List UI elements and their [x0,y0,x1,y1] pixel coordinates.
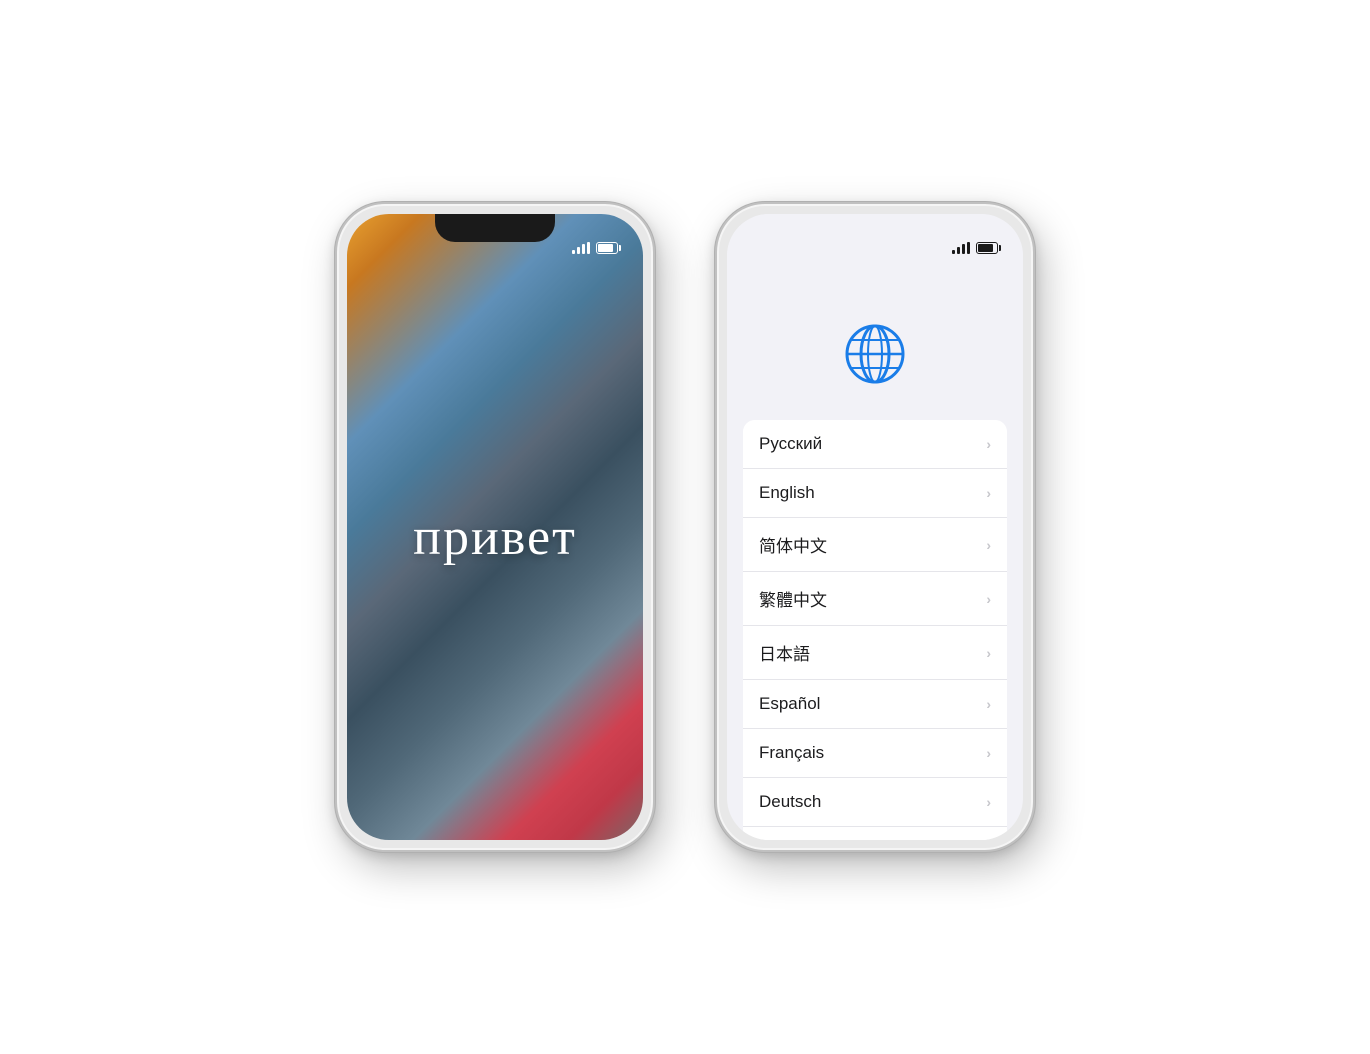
language-item-traditional-chinese[interactable]: 繁體中文 › [743,572,1007,626]
chevron-japanese: › [986,645,991,661]
language-screen: Русский›English›简体中文›繁體中文›日本語›Español›Fr… [727,214,1023,840]
right-phone-screen: Русский›English›简体中文›繁體中文›日本語›Español›Fr… [727,214,1023,840]
right-signal-bar-3 [962,244,965,254]
language-item-russian[interactable]: Русский › [743,420,1007,469]
right-signal-icon [952,242,970,254]
language-list: Русский›English›简体中文›繁體中文›日本語›Español›Fr… [727,420,1023,840]
chevron-traditional-chinese: › [986,591,991,607]
chevron-russian: › [986,436,991,452]
language-name-german: Deutsch [759,792,821,812]
language-item-simplified-chinese[interactable]: 简体中文 › [743,518,1007,572]
left-phone: привет [335,202,655,852]
language-name-russian: Русский [759,434,822,454]
right-battery-tip [999,245,1001,251]
right-notch [815,214,935,240]
language-card: Русский›English›简体中文›繁體中文›日本語›Español›Fr… [743,420,1007,840]
battery-body [596,242,618,254]
chevron-spanish: › [986,696,991,712]
battery-tip [619,245,621,251]
battery-icon [596,242,621,254]
right-signal-bar-1 [952,250,955,254]
language-name-spanish: Español [759,694,820,714]
chevron-french: › [986,745,991,761]
splash-screen: привет [347,214,643,840]
language-item-french[interactable]: Français › [743,729,1007,778]
signal-bar-4 [587,242,590,254]
language-item-hindi[interactable]: हिन्दी› [743,827,1007,840]
language-name-simplified-chinese: 简体中文 [759,532,827,557]
language-item-japanese[interactable]: 日本語 › [743,626,1007,680]
language-name-french: Français [759,743,824,763]
left-phone-screen: привет [347,214,643,840]
chevron-simplified-chinese: › [986,537,991,553]
right-signal-bar-4 [967,242,970,254]
globe-icon [839,318,911,390]
signal-bar-1 [572,250,575,254]
chevron-german: › [986,794,991,810]
language-name-traditional-chinese: 繁體中文 [759,586,827,611]
battery-fill [598,244,613,252]
right-battery-body [976,242,998,254]
right-battery-icon [976,242,1001,254]
notch [435,214,555,242]
right-battery-fill [978,244,993,252]
language-name-japanese: 日本語 [759,640,810,665]
language-item-spanish[interactable]: Español › [743,680,1007,729]
language-item-english[interactable]: English › [743,469,1007,518]
signal-bar-2 [577,247,580,254]
signal-icon [572,242,590,254]
chevron-english: › [986,485,991,501]
language-item-german[interactable]: Deutsch › [743,778,1007,827]
signal-bar-3 [582,244,585,254]
right-phone: Русский›English›简体中文›繁體中文›日本語›Español›Fr… [715,202,1035,852]
language-header [727,258,1023,420]
splash-greeting: привет [413,508,577,567]
right-signal-bar-2 [957,247,960,254]
language-name-english: English [759,483,815,503]
